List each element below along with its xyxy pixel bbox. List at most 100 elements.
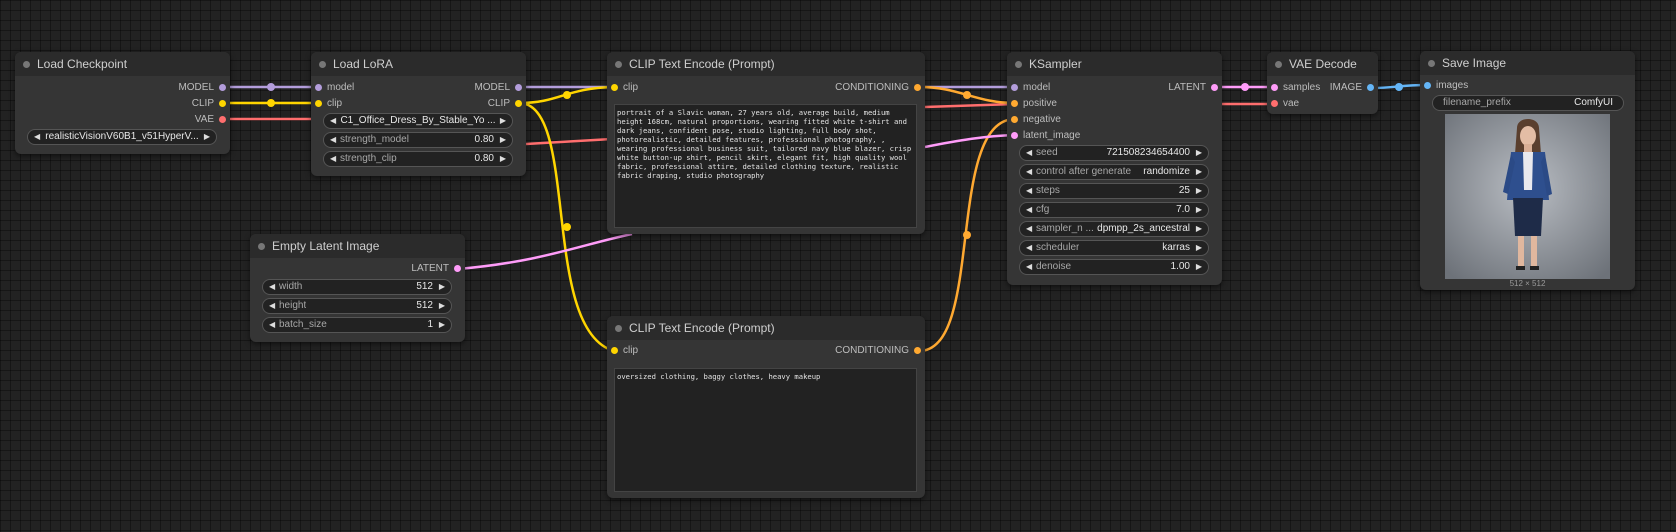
arrow-left-icon[interactable]: ◀ [330, 114, 336, 128]
scheduler-widget[interactable]: ◀ scheduler karras ▶ [1019, 240, 1209, 256]
arrow-left-icon[interactable]: ◀ [1026, 260, 1032, 274]
output-model[interactable]: MODEL [474, 81, 522, 95]
prompt-textarea[interactable]: portrait of a Slavic woman, 27 years old… [614, 104, 917, 228]
arrow-right-icon[interactable]: ▶ [1196, 184, 1202, 198]
output-latent[interactable]: LATENT [411, 262, 461, 276]
input-model[interactable]: model [1011, 81, 1050, 95]
output-image-preview[interactable] [1445, 114, 1610, 279]
output-clip[interactable]: CLIP [488, 97, 522, 111]
seed-widget[interactable]: ◀ seed 721508234654400 ▶ [1019, 145, 1209, 161]
input-clip[interactable]: clip [611, 344, 638, 358]
arrow-left-icon[interactable]: ◀ [1026, 146, 1032, 160]
output-conditioning[interactable]: CONDITIONING [835, 344, 921, 358]
strength-model-widget[interactable]: ◀ strength_model 0.80 ▶ [323, 132, 513, 148]
output-latent[interactable]: LATENT [1168, 81, 1218, 95]
input-positive[interactable]: positive [1011, 97, 1057, 111]
arrow-right-icon[interactable]: ▶ [439, 299, 445, 313]
port-dot-icon[interactable] [1271, 84, 1278, 91]
port-dot-icon[interactable] [315, 100, 322, 107]
port-dot-icon[interactable] [219, 100, 226, 107]
arrow-left-icon[interactable]: ◀ [1026, 222, 1032, 236]
collapse-dot-icon[interactable] [615, 325, 622, 332]
port-dot-icon[interactable] [611, 84, 618, 91]
arrow-right-icon[interactable]: ▶ [1196, 260, 1202, 274]
port-dot-icon[interactable] [1011, 100, 1018, 107]
sampler-name-widget[interactable]: ◀ sampler_n ... dpmpp_2s_ancestral ▶ [1019, 221, 1209, 237]
input-vae[interactable]: vae [1271, 97, 1299, 111]
port-dot-icon[interactable] [454, 265, 461, 272]
node-title-bar[interactable]: KSampler [1007, 52, 1222, 76]
input-clip[interactable]: clip [315, 97, 342, 111]
node-title-bar[interactable]: VAE Decode [1267, 52, 1378, 76]
cfg-widget[interactable]: ◀ cfg 7.0 ▶ [1019, 202, 1209, 218]
node-load-lora[interactable]: Load LoRA model clip MODEL CLIP ◀ C1_Off… [311, 52, 526, 176]
output-vae[interactable]: VAE [195, 113, 226, 127]
arrow-right-icon[interactable]: ▶ [500, 133, 506, 147]
collapse-dot-icon[interactable] [615, 61, 622, 68]
input-latent-image[interactable]: latent_image [1011, 129, 1080, 143]
input-negative[interactable]: negative [1011, 113, 1061, 127]
lora-name-combo[interactable]: ◀ C1_Office_Dress_By_Stable_Yo ... ▶ [323, 113, 513, 129]
port-dot-icon[interactable] [1011, 116, 1018, 123]
node-ksampler[interactable]: KSampler model positive negative latent_… [1007, 52, 1222, 285]
node-title-bar[interactable]: Empty Latent Image [250, 234, 465, 258]
port-dot-icon[interactable] [1424, 82, 1431, 89]
strength-clip-widget[interactable]: ◀ strength_clip 0.80 ▶ [323, 151, 513, 167]
height-widget[interactable]: ◀ height 512 ▶ [262, 298, 452, 314]
input-model[interactable]: model [315, 81, 354, 95]
collapse-dot-icon[interactable] [1428, 60, 1435, 67]
arrow-right-icon[interactable]: ▶ [204, 130, 210, 144]
node-clip-text-encode-negative[interactable]: CLIP Text Encode (Prompt) clip CONDITION… [607, 316, 925, 498]
node-load-checkpoint[interactable]: Load Checkpoint MODEL CLIP VAE ◀ realist… [15, 52, 230, 154]
arrow-left-icon[interactable]: ◀ [34, 130, 40, 144]
port-dot-icon[interactable] [219, 116, 226, 123]
width-widget[interactable]: ◀ width 512 ▶ [262, 279, 452, 295]
node-vae-decode[interactable]: VAE Decode samples vae IMAGE [1267, 52, 1378, 114]
collapse-dot-icon[interactable] [1015, 61, 1022, 68]
node-title-bar[interactable]: CLIP Text Encode (Prompt) [607, 316, 925, 340]
node-clip-text-encode-positive[interactable]: CLIP Text Encode (Prompt) clip CONDITION… [607, 52, 925, 234]
arrow-left-icon[interactable]: ◀ [1026, 184, 1032, 198]
input-clip[interactable]: clip [611, 81, 638, 95]
batch-size-widget[interactable]: ◀ batch_size 1 ▶ [262, 317, 452, 333]
arrow-left-icon[interactable]: ◀ [269, 280, 275, 294]
node-title-bar[interactable]: Load LoRA [311, 52, 526, 76]
arrow-left-icon[interactable]: ◀ [1026, 241, 1032, 255]
arrow-right-icon[interactable]: ▶ [439, 318, 445, 332]
arrow-right-icon[interactable]: ▶ [500, 152, 506, 166]
denoise-widget[interactable]: ◀ denoise 1.00 ▶ [1019, 259, 1209, 275]
port-dot-icon[interactable] [914, 347, 921, 354]
arrow-left-icon[interactable]: ◀ [1026, 203, 1032, 217]
arrow-right-icon[interactable]: ▶ [1196, 241, 1202, 255]
output-image[interactable]: IMAGE [1330, 81, 1374, 95]
arrow-right-icon[interactable]: ▶ [1196, 203, 1202, 217]
arrow-left-icon[interactable]: ◀ [330, 152, 336, 166]
arrow-left-icon[interactable]: ◀ [1026, 165, 1032, 179]
arrow-right-icon[interactable]: ▶ [1196, 222, 1202, 236]
port-dot-icon[interactable] [315, 84, 322, 91]
steps-widget[interactable]: ◀ steps 25 ▶ [1019, 183, 1209, 199]
control-after-generate-widget[interactable]: ◀ control after generate randomize ▶ [1019, 164, 1209, 180]
node-save-image[interactable]: Save Image images filename_prefix ComfyU… [1420, 51, 1635, 290]
collapse-dot-icon[interactable] [23, 61, 30, 68]
output-conditioning[interactable]: CONDITIONING [835, 81, 921, 95]
collapse-dot-icon[interactable] [319, 61, 326, 68]
prompt-textarea[interactable]: oversized clothing, baggy clothes, heavy… [614, 368, 917, 492]
arrow-right-icon[interactable]: ▶ [1196, 146, 1202, 160]
port-dot-icon[interactable] [219, 84, 226, 91]
node-title-bar[interactable]: Load Checkpoint [15, 52, 230, 76]
input-images[interactable]: images [1424, 79, 1468, 93]
output-model[interactable]: MODEL [178, 81, 226, 95]
arrow-right-icon[interactable]: ▶ [1196, 165, 1202, 179]
port-dot-icon[interactable] [1211, 84, 1218, 91]
node-empty-latent-image[interactable]: Empty Latent Image LATENT ◀ width 512 ▶ … [250, 234, 465, 342]
port-dot-icon[interactable] [914, 84, 921, 91]
port-dot-icon[interactable] [1011, 132, 1018, 139]
collapse-dot-icon[interactable] [258, 243, 265, 250]
filename-prefix-input[interactable]: filename_prefix ComfyUI [1432, 95, 1624, 111]
collapse-dot-icon[interactable] [1275, 61, 1282, 68]
arrow-left-icon[interactable]: ◀ [269, 299, 275, 313]
input-samples[interactable]: samples [1271, 81, 1320, 95]
arrow-right-icon[interactable]: ▶ [500, 114, 506, 128]
port-dot-icon[interactable] [1271, 100, 1278, 107]
